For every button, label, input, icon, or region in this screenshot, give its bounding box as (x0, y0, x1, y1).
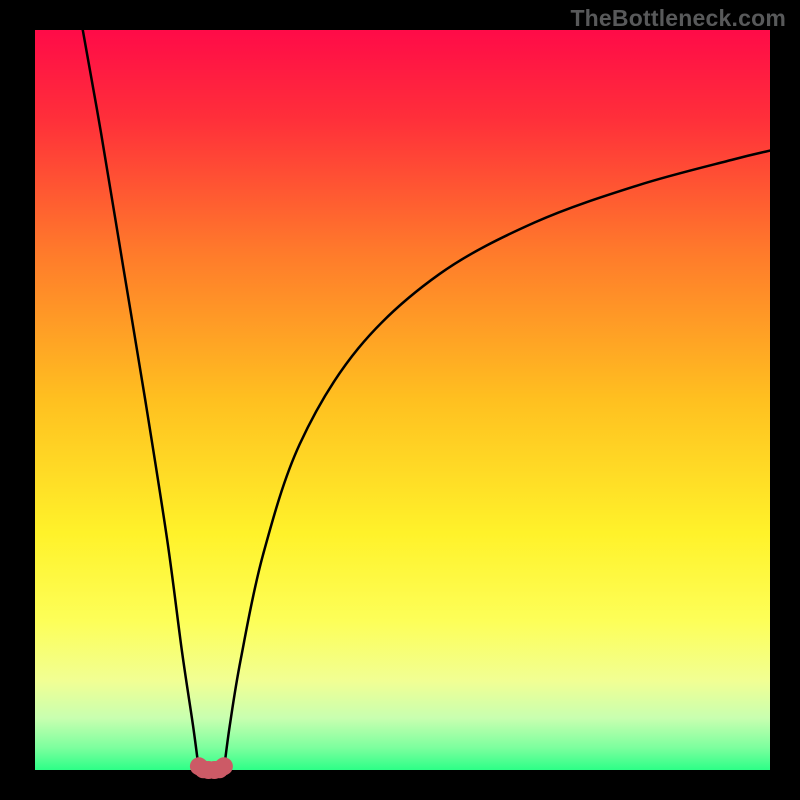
watermark-text: TheBottleneck.com (570, 5, 786, 32)
chart-container: { "watermark": "TheBottleneck.com", "cha… (0, 0, 800, 800)
bottleneck-chart (0, 0, 800, 800)
valley-dot (215, 757, 233, 775)
